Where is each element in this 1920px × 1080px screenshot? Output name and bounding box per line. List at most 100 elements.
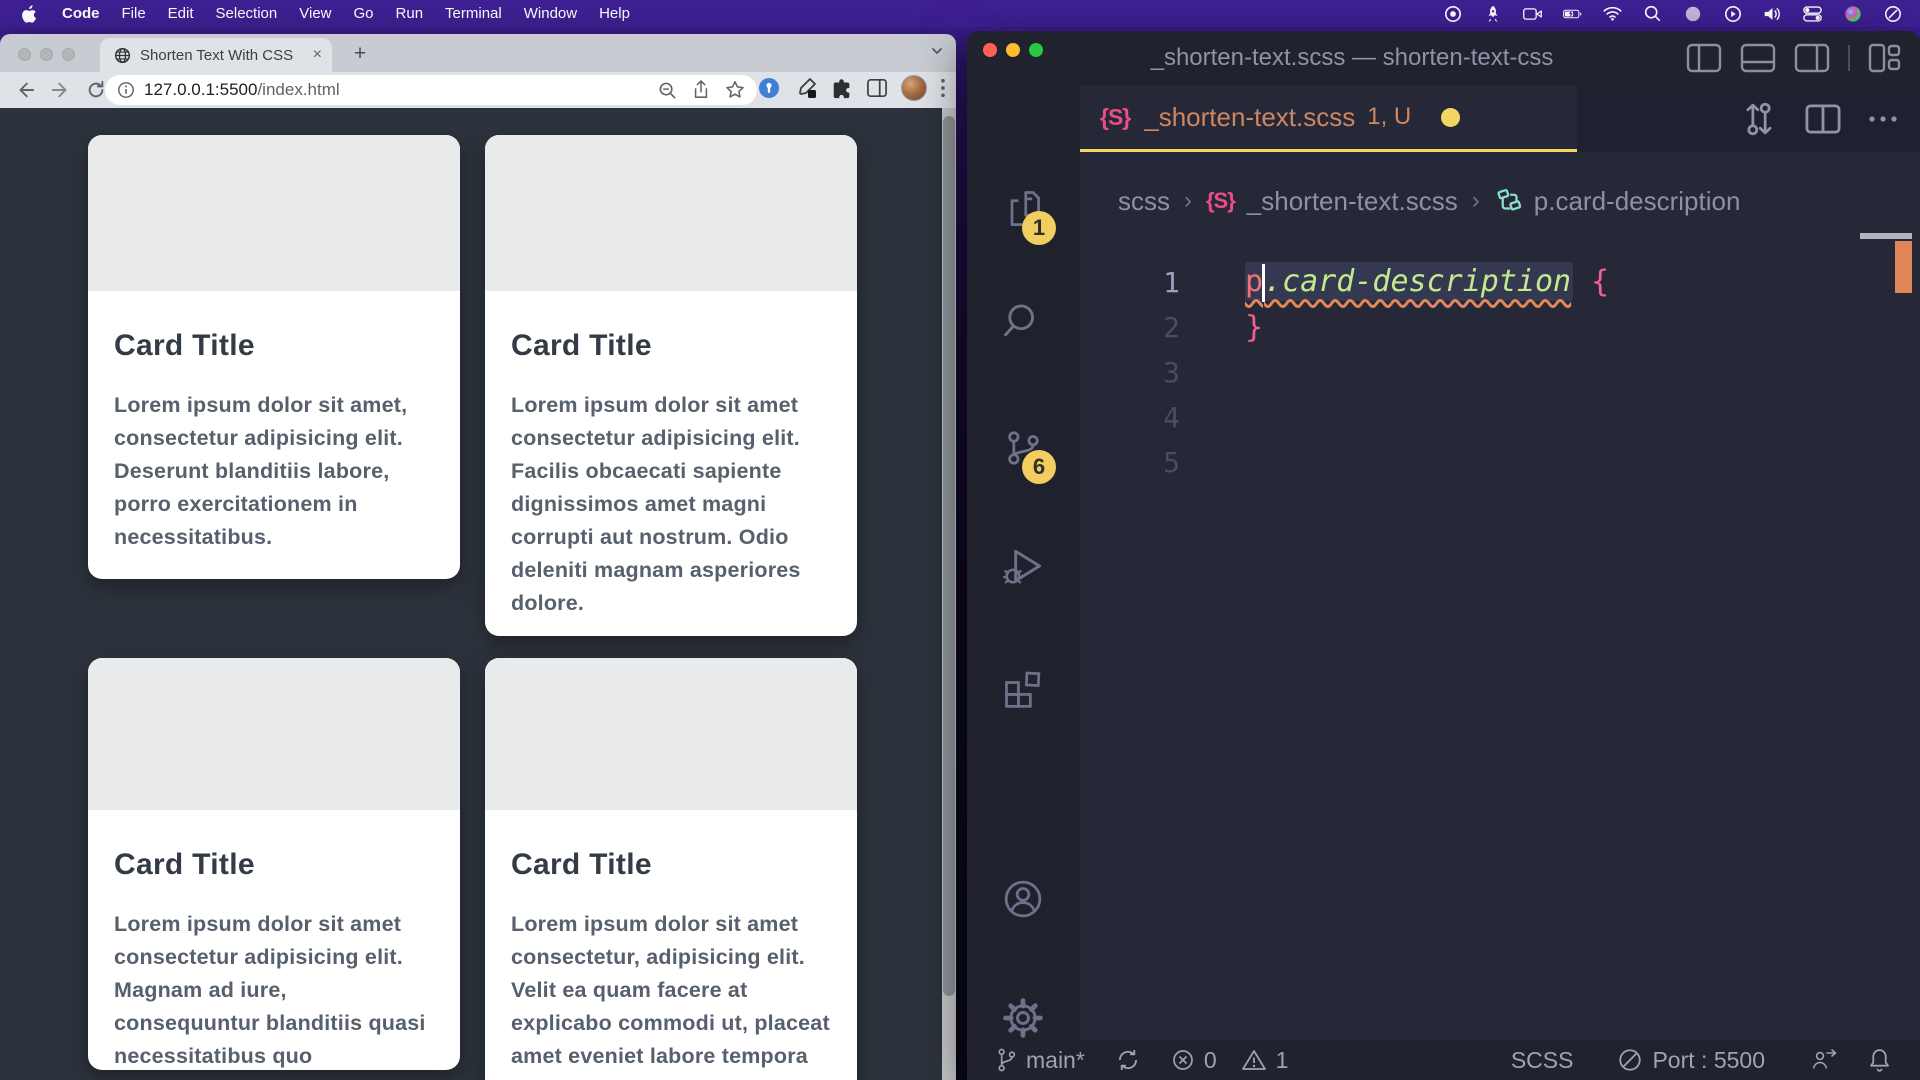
reload-icon[interactable] bbox=[86, 80, 106, 100]
menu-edit[interactable]: Edit bbox=[157, 5, 205, 22]
forward-icon[interactable] bbox=[50, 80, 72, 100]
switch-changes-icon[interactable] bbox=[1740, 99, 1778, 139]
search-icon[interactable] bbox=[1001, 299, 1045, 343]
card-description: Lorem ipsum dolor sit amet consectetur a… bbox=[511, 389, 831, 620]
tab-filename: _shorten-text.scss bbox=[1144, 102, 1355, 133]
play-circle-icon[interactable] bbox=[1723, 4, 1742, 23]
url-text[interactable]: 127.0.0.1:5500/index.html bbox=[144, 80, 340, 100]
zoom-icon[interactable] bbox=[658, 81, 677, 100]
breadcrumb-folder[interactable]: scss bbox=[1118, 186, 1170, 217]
menu-go[interactable]: Go bbox=[343, 5, 385, 22]
toggle-sidebar-icon[interactable] bbox=[1686, 43, 1722, 73]
favicon-globe-icon bbox=[114, 47, 131, 64]
info-icon[interactable] bbox=[117, 81, 135, 99]
toggle-panel-icon[interactable] bbox=[1740, 43, 1776, 73]
vscode-window: _shorten-text.scss — shorten-text-css 1 … bbox=[967, 31, 1920, 1080]
url-bar[interactable]: 127.0.0.1:5500/index.html bbox=[105, 75, 757, 105]
breadcrumb-symbol[interactable]: p.card-description bbox=[1494, 186, 1741, 217]
menu-run[interactable]: Run bbox=[385, 5, 435, 22]
problems-status[interactable]: 0 1 bbox=[1171, 1047, 1289, 1074]
code-editor[interactable]: 1 p.card-description { 2 } 3 4 5 bbox=[1080, 260, 1920, 1040]
split-editor-icon[interactable] bbox=[1804, 102, 1842, 136]
run-debug-icon[interactable] bbox=[1001, 544, 1045, 588]
tab-search-chevron-icon[interactable] bbox=[930, 44, 944, 58]
menu-window[interactable]: Window bbox=[513, 5, 588, 22]
feedback-status[interactable] bbox=[1809, 1047, 1837, 1073]
code-line-4[interactable]: 4 bbox=[1080, 395, 1920, 440]
branch-name: main* bbox=[1026, 1047, 1085, 1074]
card-image-placeholder bbox=[485, 135, 857, 291]
scrollbar-top-indicator[interactable] bbox=[1860, 233, 1912, 239]
siri-icon[interactable] bbox=[1843, 4, 1862, 23]
live-server-port[interactable]: Port : 5500 bbox=[1617, 1047, 1765, 1074]
page-scrollbar-thumb[interactable] bbox=[943, 116, 955, 996]
code-line-3[interactable]: 3 bbox=[1080, 350, 1920, 395]
overview-ruler-warning-mark bbox=[1895, 241, 1912, 293]
zoom-window-button[interactable] bbox=[1029, 43, 1043, 57]
volume-icon[interactable] bbox=[1763, 4, 1782, 23]
code-token-open-brace: { bbox=[1573, 264, 1609, 299]
dot-icon[interactable] bbox=[1683, 4, 1702, 23]
selector-highlight: p.card-description bbox=[1245, 262, 1573, 301]
line-number: 3 bbox=[1080, 356, 1180, 389]
menu-help[interactable]: Help bbox=[588, 5, 641, 22]
menu-terminal[interactable]: Terminal bbox=[434, 5, 513, 22]
code-line-2[interactable]: 2 } bbox=[1080, 305, 1920, 350]
customize-layout-icon[interactable] bbox=[1868, 43, 1902, 73]
control-center-icon[interactable] bbox=[1803, 4, 1822, 23]
browser-tab[interactable]: Shorten Text With CSS × bbox=[100, 38, 332, 72]
apple-logo-icon[interactable] bbox=[22, 5, 37, 23]
bookmark-star-icon[interactable] bbox=[725, 80, 745, 100]
code-line-1[interactable]: 1 p.card-description { bbox=[1080, 260, 1920, 305]
share-icon[interactable] bbox=[692, 80, 710, 100]
line-number: 5 bbox=[1080, 446, 1180, 479]
menu-app[interactable]: Code bbox=[51, 5, 111, 22]
extension-icon[interactable] bbox=[831, 77, 853, 99]
errors-icon bbox=[1171, 1048, 1195, 1072]
language-mode[interactable]: SCSS bbox=[1511, 1047, 1574, 1074]
tab-modified-dot-icon[interactable] bbox=[1441, 108, 1460, 127]
menu-view[interactable]: View bbox=[288, 5, 342, 22]
close-window-button[interactable] bbox=[983, 43, 997, 57]
menu-file[interactable]: File bbox=[111, 5, 157, 22]
sidebar-icon[interactable] bbox=[866, 78, 888, 98]
card-title: Card Title bbox=[511, 848, 831, 882]
browser-viewport: Card Title Lorem ipsum dolor sit amet, c… bbox=[0, 108, 956, 1080]
more-actions-icon[interactable] bbox=[1868, 115, 1898, 123]
spotlight-icon[interactable] bbox=[1643, 4, 1662, 23]
breadcrumbs: scss › {S} _shorten-text.scss › p.card-d… bbox=[1080, 152, 1920, 236]
page-scrollbar[interactable] bbox=[942, 108, 956, 1080]
profile-avatar[interactable] bbox=[901, 75, 927, 101]
wifi-icon[interactable] bbox=[1603, 4, 1622, 23]
breadcrumb-file[interactable]: _shorten-text.scss bbox=[1247, 186, 1458, 217]
code-line-5[interactable]: 5 bbox=[1080, 440, 1920, 485]
menu-selection[interactable]: Selection bbox=[205, 5, 289, 22]
clock-icon[interactable] bbox=[1883, 4, 1902, 23]
settings-gear-icon[interactable] bbox=[1001, 996, 1045, 1040]
sync-icon bbox=[1115, 1047, 1141, 1073]
minimize-window-button[interactable] bbox=[1006, 43, 1020, 57]
git-branch-status[interactable]: main* bbox=[995, 1047, 1085, 1074]
extensions-icon[interactable] bbox=[1001, 666, 1045, 710]
new-tab-button[interactable]: + bbox=[348, 42, 372, 66]
editor-tab-active[interactable]: {S} _shorten-text.scss 1, U bbox=[1080, 85, 1577, 152]
minimize-window-button[interactable] bbox=[40, 48, 53, 61]
menu-dots-icon[interactable] bbox=[940, 78, 946, 98]
sync-status[interactable] bbox=[1115, 1047, 1141, 1073]
accounts-icon[interactable] bbox=[1001, 877, 1045, 921]
permission-icon[interactable] bbox=[757, 76, 781, 100]
zoom-window-button[interactable] bbox=[62, 48, 75, 61]
screen-record-icon[interactable] bbox=[1523, 4, 1542, 23]
toggle-secondary-sidebar-icon[interactable] bbox=[1794, 43, 1830, 73]
back-icon[interactable] bbox=[14, 80, 36, 100]
eyedropper-icon[interactable] bbox=[794, 76, 818, 100]
rocket-icon[interactable] bbox=[1483, 4, 1502, 23]
record-target-icon[interactable] bbox=[1443, 4, 1462, 23]
line-number: 2 bbox=[1080, 311, 1180, 344]
notifications-status[interactable] bbox=[1867, 1047, 1892, 1074]
close-window-button[interactable] bbox=[18, 48, 31, 61]
port-label: Port : 5500 bbox=[1652, 1047, 1765, 1074]
code-token-tag: p bbox=[1245, 264, 1263, 299]
battery-icon[interactable] bbox=[1563, 4, 1582, 23]
tab-close-icon[interactable]: × bbox=[313, 46, 322, 64]
